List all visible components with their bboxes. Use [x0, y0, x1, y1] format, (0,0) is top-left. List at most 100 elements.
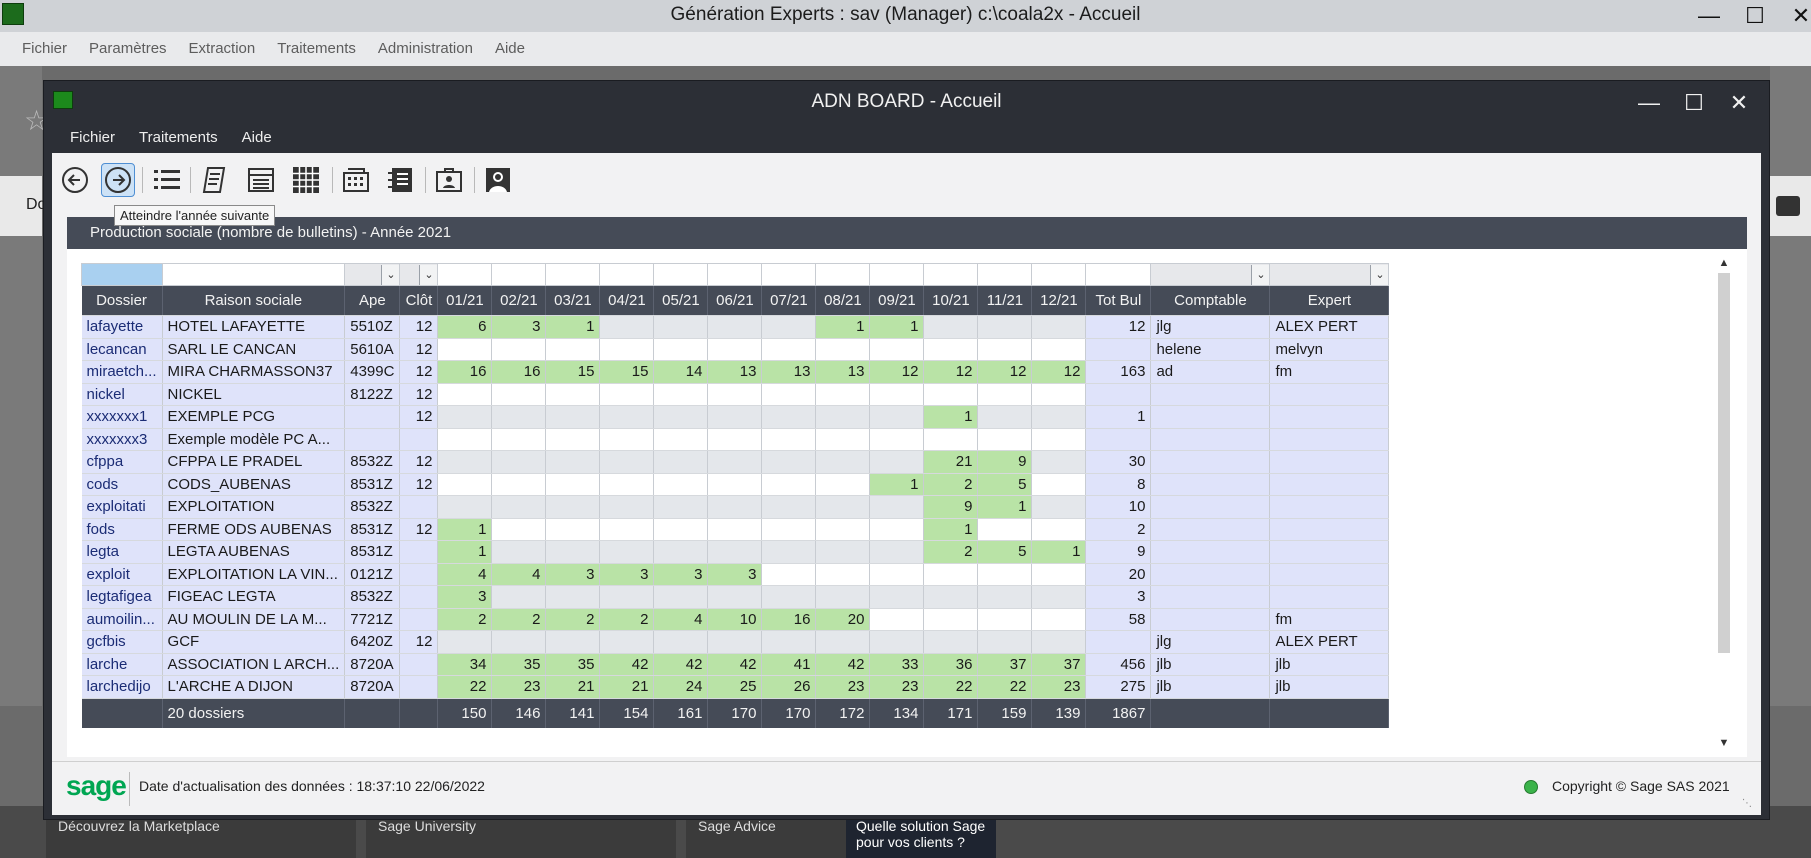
payslip-icon[interactable]	[198, 163, 232, 197]
column-header[interactable]: 08/21	[815, 285, 871, 316]
column-header[interactable]: 09/21	[869, 285, 925, 316]
cell-tot-bul: 1	[1085, 405, 1152, 429]
filter-month[interactable]	[1031, 263, 1087, 286]
building-icon[interactable]	[339, 163, 373, 197]
contact-card-icon[interactable]	[432, 163, 466, 197]
filter-month[interactable]	[545, 263, 601, 286]
vertical-scrollbar[interactable]: ▲ ▼	[1715, 257, 1733, 753]
table-row[interactable]: exploit EXPLOITATION LA VIN... 0121Z 4 4 3 3 3 3…	[81, 563, 1390, 586]
column-header[interactable]: Raison sociale	[162, 285, 346, 316]
table-row[interactable]: cods CODS_AUBENAS 8531Z 12 1 2 5 8	[81, 473, 1390, 496]
cell-comptable	[1150, 405, 1271, 429]
grid-view-icon[interactable]	[289, 163, 323, 197]
form-view-icon[interactable]	[244, 163, 278, 197]
inner-menu-traitements[interactable]: Traitements	[127, 123, 230, 153]
inner-minimize-icon[interactable]: —	[1629, 85, 1669, 121]
outer-menu-fichier[interactable]: Fichier	[11, 32, 78, 66]
column-header[interactable]: 11/21	[977, 285, 1033, 316]
table-row[interactable]: nickel NICKEL 8122Z 12	[81, 383, 1390, 406]
chevron-down-icon[interactable]: ⌄	[381, 264, 399, 285]
table-row[interactable]: xxxxxxx3 Exemple modèle PC A...	[81, 428, 1390, 451]
inner-menu-fichier[interactable]: Fichier	[58, 123, 127, 153]
column-header[interactable]: 04/21	[599, 285, 655, 316]
column-header[interactable]: 03/21	[545, 285, 601, 316]
column-header[interactable]: 02/21	[491, 285, 547, 316]
column-header[interactable]: Clôt	[399, 285, 439, 316]
filter-expert[interactable]: ⌄	[1269, 263, 1390, 286]
outer-menu-aide[interactable]: Aide	[484, 32, 536, 66]
column-header[interactable]: 05/21	[653, 285, 709, 316]
table-row[interactable]: larchedijo L'ARCHE A DIJON 8720A 22 23 21 21 24…	[81, 675, 1390, 699]
table-row[interactable]: lafayette HOTEL LAFAYETTE 5510Z 12 6 3 1 1 1 12 jl…	[81, 315, 1390, 339]
chat-icon[interactable]	[1776, 196, 1800, 216]
filter-month[interactable]	[437, 263, 493, 286]
cell-month: 24	[653, 675, 709, 699]
filter-dossier[interactable]	[81, 263, 163, 286]
cell-month	[653, 585, 709, 609]
cell-month: 15	[545, 360, 601, 384]
previous-year-icon[interactable]	[58, 163, 92, 197]
filter-month[interactable]	[491, 263, 547, 286]
filter-clot[interactable]: ⌄	[399, 263, 439, 286]
table-row[interactable]: fods FERME ODS AUBENAS 8531Z 12 1 1 2	[81, 518, 1390, 541]
table-row[interactable]: larche ASSOCIATION L ARCH... 8720A 34 35 35 42…	[81, 653, 1390, 676]
table-row[interactable]: lecancan SARL LE CANCAN 5610A 12 helene melvy…	[81, 338, 1390, 361]
table-row[interactable]: legtafigea FIGEAC LEGTA 8532Z 3 3	[81, 585, 1390, 609]
column-header[interactable]: Tot Bul	[1085, 285, 1152, 316]
filter-month[interactable]	[869, 263, 925, 286]
filter-ape[interactable]: ⌄	[344, 263, 401, 286]
resize-grip-icon[interactable]: ⋱	[1742, 798, 1752, 809]
table-row[interactable]: miraetch... MIRA CHARMASSON37 4399C 12 16 16 1…	[81, 360, 1390, 384]
table-row[interactable]: legta LEGTA AUBENAS 8531Z 1 2 5 1 9	[81, 540, 1390, 564]
inner-maximize-icon[interactable]: ☐	[1674, 85, 1714, 121]
filter-month[interactable]	[923, 263, 979, 286]
table-row[interactable]: exploitati EXPLOITATION 8532Z 9 1 10	[81, 495, 1390, 519]
table-row[interactable]: cfppa CFPPA LE PRADEL 8532Z 12 21 9 30	[81, 450, 1390, 474]
cell-comptable	[1150, 473, 1271, 496]
address-book-icon[interactable]	[383, 163, 417, 197]
filter-month[interactable]	[653, 263, 709, 286]
cell-month: 6	[437, 315, 493, 339]
filter-month[interactable]	[815, 263, 871, 286]
outer-menu-parametres[interactable]: Paramètres	[78, 32, 178, 66]
column-header[interactable]: Expert	[1269, 285, 1390, 316]
maximize-icon[interactable]: ☐	[1732, 0, 1778, 32]
outer-menu-traitements[interactable]: Traitements	[266, 32, 367, 66]
table-row[interactable]: xxxxxxx1 EXEMPLE PCG 12 1 1	[81, 405, 1390, 429]
column-header[interactable]: 10/21	[923, 285, 979, 316]
filter-month[interactable]	[707, 263, 763, 286]
list-view-icon[interactable]	[150, 163, 184, 197]
filter-tot-bul[interactable]	[1085, 263, 1152, 286]
scrollbar-thumb[interactable]	[1718, 273, 1730, 653]
table-row[interactable]: gcfbis GCF 6420Z 12 jlg ALEX PERT	[81, 630, 1390, 654]
scroll-up-icon[interactable]: ▲	[1715, 257, 1733, 273]
column-header[interactable]: 07/21	[761, 285, 817, 316]
chevron-down-icon[interactable]: ⌄	[1370, 264, 1388, 285]
next-year-icon[interactable]	[101, 163, 135, 197]
filter-comptable[interactable]: ⌄	[1150, 263, 1271, 286]
column-header[interactable]: 06/21	[707, 285, 763, 316]
cell-expert	[1269, 518, 1390, 541]
scroll-down-icon[interactable]: ▼	[1715, 737, 1733, 753]
filter-raison-sociale[interactable]	[161, 263, 346, 286]
close-icon[interactable]: ✕	[1778, 0, 1811, 32]
outer-menu-extraction[interactable]: Extraction	[178, 32, 267, 66]
table-row[interactable]: aumoilin... AU MOULIN DE LA M... 7721Z 2 2 2 2…	[81, 608, 1390, 631]
column-header[interactable]: Comptable	[1150, 285, 1271, 316]
column-header[interactable]: 12/21	[1031, 285, 1087, 316]
filter-month[interactable]	[977, 263, 1033, 286]
user-profile-icon[interactable]	[481, 163, 515, 197]
column-header[interactable]: 01/21	[437, 285, 493, 316]
cell-month	[599, 450, 655, 474]
column-header[interactable]: Ape	[344, 285, 401, 316]
filter-month[interactable]	[761, 263, 817, 286]
minimize-icon[interactable]: —	[1686, 0, 1732, 32]
chevron-down-icon[interactable]: ⌄	[1251, 264, 1269, 285]
outer-menu-administration[interactable]: Administration	[367, 32, 484, 66]
column-header[interactable]: Dossier	[81, 285, 163, 316]
inner-close-icon[interactable]: ✕	[1719, 85, 1759, 121]
inner-menu-aide[interactable]: Aide	[230, 123, 284, 153]
chevron-down-icon[interactable]: ⌄	[419, 264, 437, 285]
cell-month	[761, 428, 817, 451]
filter-month[interactable]	[599, 263, 655, 286]
